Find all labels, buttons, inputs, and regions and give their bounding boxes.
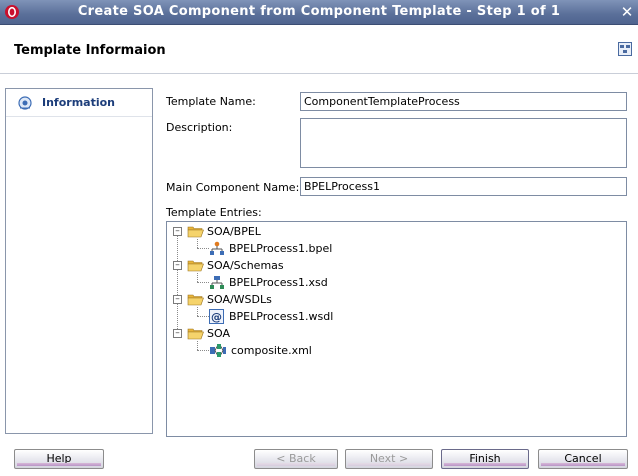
collapse-toggle-icon[interactable]: – — [173, 261, 182, 270]
svg-text:@: @ — [211, 311, 222, 324]
sidebar-item-label: Information — [42, 96, 115, 109]
open-folder-icon — [187, 328, 204, 340]
tree-leaf-label: BPELProcess1.bpel — [229, 242, 333, 255]
tree-leaf[interactable]: composite.xml — [209, 343, 409, 359]
template-name-label: Template Name: — [166, 95, 256, 108]
window-titlebar[interactable]: Create SOA Component from Component Temp… — [0, 0, 638, 25]
finish-button[interactable]: Finish — [441, 449, 529, 469]
tree-connector — [197, 350, 209, 351]
tree-connector — [197, 273, 198, 282]
tree-node-label: SOA/BPEL — [207, 225, 261, 238]
sidebar-item-information[interactable]: Information — [6, 89, 152, 117]
collapse-toggle-icon[interactable]: – — [173, 329, 182, 338]
page-header: Template Informaion — [0, 26, 638, 74]
tree-node-folder[interactable]: – SOA/BPEL — [171, 224, 371, 240]
tree-leaf[interactable]: BPELProcess1.xsd — [209, 275, 409, 291]
main-component-input[interactable]: BPELProcess1 — [300, 177, 627, 196]
tree-connector — [197, 316, 209, 317]
step-info-icon — [18, 96, 32, 110]
tree-connector — [197, 282, 209, 283]
tree-connector — [197, 341, 198, 350]
tree-connector — [177, 234, 178, 335]
template-name-input[interactable]: ComponentTemplateProcess — [300, 92, 627, 111]
tree-node-folder[interactable]: – SOA — [171, 326, 371, 342]
help-button[interactable]: Help — [14, 449, 104, 469]
description-label: Description: — [166, 121, 233, 134]
tree-leaf[interactable]: BPELProcess1.bpel — [209, 241, 409, 257]
wsdl-icon: @ — [209, 309, 224, 324]
bpel-process-icon — [210, 241, 224, 255]
wizard-steps-sidebar: Information — [5, 88, 153, 434]
tree-node-label: SOA/WSDLs — [207, 293, 272, 306]
close-icon[interactable]: ✕ — [618, 3, 636, 21]
tree-node-folder[interactable]: – SOA/WSDLs — [171, 292, 371, 308]
next-button[interactable]: Next > — [345, 449, 433, 469]
template-entries-tree[interactable]: – SOA/BPEL BPELProcess1.bpel – SOA/Schem… — [166, 221, 627, 437]
window-title: Create SOA Component from Component Temp… — [77, 4, 561, 19]
cancel-button[interactable]: Cancel — [538, 449, 628, 469]
tree-leaf-label: composite.xml — [231, 344, 312, 357]
tree-leaf-label: BPELProcess1.xsd — [229, 276, 328, 289]
tree-connector — [197, 307, 198, 316]
open-folder-icon — [187, 260, 204, 272]
collapse-toggle-icon[interactable]: – — [173, 227, 182, 236]
page-title: Template Informaion — [14, 43, 166, 58]
composite-icon — [210, 344, 226, 357]
open-folder-icon — [187, 226, 204, 238]
main-component-label: Main Component Name: — [166, 181, 300, 194]
tree-leaf[interactable]: @ BPELProcess1.wsdl — [209, 309, 409, 325]
open-folder-icon — [187, 294, 204, 306]
wizard-help-icon[interactable] — [618, 42, 632, 56]
tree-node-label: SOA/Schemas — [207, 259, 284, 272]
schema-icon — [210, 276, 224, 289]
tree-node-folder[interactable]: – SOA/Schemas — [171, 258, 371, 274]
template-entries-label: Template Entries: — [166, 206, 262, 219]
tree-connector — [197, 239, 198, 248]
tree-leaf-label: BPELProcess1.wsdl — [229, 310, 334, 323]
tree-connector — [197, 248, 209, 249]
back-button[interactable]: < Back — [254, 449, 338, 469]
tree-node-label: SOA — [207, 327, 230, 340]
collapse-toggle-icon[interactable]: – — [173, 295, 182, 304]
description-textarea[interactable] — [300, 118, 627, 168]
